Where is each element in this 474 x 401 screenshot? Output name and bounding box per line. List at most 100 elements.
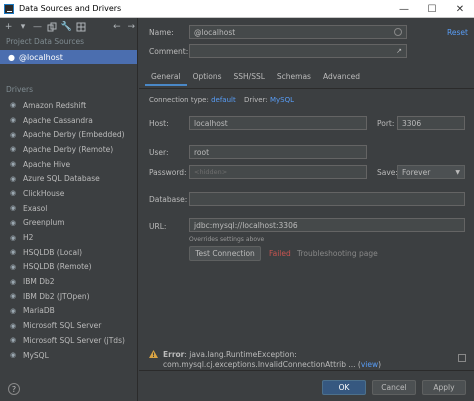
reset-link[interactable]: Reset [447, 28, 468, 37]
driver-item[interactable]: ◉ HSQLDB (Remote) [0, 260, 137, 275]
driver-item[interactable]: ◉ Apache Cassandra [0, 113, 137, 128]
troubleshooting-link[interactable]: Troubleshooting page [297, 249, 378, 258]
sidebar-item-label: @localhost [18, 52, 63, 62]
driver-label: Greenplum [23, 218, 65, 228]
url-value: jdbc:mysql://localhost:3306 [194, 220, 298, 230]
tab-advanced[interactable]: Advanced [317, 68, 366, 86]
driver-item[interactable]: ◉ Microsoft SQL Server [0, 318, 137, 333]
add-icon[interactable]: + [3, 21, 14, 33]
grid-icon[interactable] [75, 21, 86, 33]
database-label: Database: [149, 195, 188, 204]
driver-icon: ◉ [9, 336, 17, 345]
apply-button[interactable]: Apply [422, 380, 466, 395]
close-icon[interactable]: ✕ [446, 0, 474, 18]
driver-label: Microsoft SQL Server (jTds) [23, 335, 125, 345]
save-dropdown[interactable]: Forever ▼ [397, 165, 465, 179]
driver-icon: ◉ [9, 189, 17, 198]
connection-type-link[interactable]: default [211, 96, 236, 104]
window-title: Data Sources and Drivers [19, 4, 122, 13]
driver-label: IBM Db2 [23, 277, 55, 287]
driver-item[interactable]: ◉ H2 [0, 230, 137, 245]
tab-options[interactable]: Options [187, 68, 228, 86]
driver-icon: ◉ [9, 233, 17, 242]
help-button[interactable]: ? [8, 383, 20, 395]
driver-icon: ◉ [9, 130, 17, 139]
driver-item[interactable]: ◉ Microsoft SQL Server (jTds) [0, 333, 137, 348]
test-connection-button[interactable]: Test Connection [189, 246, 261, 261]
host-field[interactable]: localhost [189, 116, 367, 130]
port-label: Port: [377, 119, 395, 128]
tab-general[interactable]: General [145, 68, 187, 86]
password-field[interactable]: <hidden> [189, 165, 367, 179]
app-icon [4, 3, 14, 14]
driver-label: MySQL [23, 350, 49, 360]
driver-item[interactable]: ◉ MySQL [0, 348, 137, 363]
view-link[interactable]: view [361, 360, 378, 369]
tab-ssh-ssl[interactable]: SSH/SSL [228, 68, 271, 86]
title-bar: Data Sources and Drivers — ☐ ✕ [0, 0, 474, 18]
driver-label: Microsoft SQL Server [23, 321, 102, 331]
tab-schemas[interactable]: Schemas [271, 68, 317, 86]
connection-info: Connection type: default Driver: MySQL [149, 96, 294, 104]
driver-item[interactable]: ◉ Exasol [0, 201, 137, 216]
driver-item[interactable]: ◉ IBM Db2 [0, 274, 137, 289]
driver-item[interactable]: ◉ Greenplum [0, 216, 137, 231]
apply-label: Apply [433, 383, 455, 392]
minimize-icon[interactable]: — [390, 0, 418, 18]
driver-item[interactable]: ◉ IBM Db2 (JTOpen) [0, 289, 137, 304]
driver-label: Apache Cassandra [23, 115, 93, 125]
error-line-1: Error: java.lang.RuntimeException: [163, 350, 297, 359]
driver-list: ◉ Amazon Redshift ◉ Apache Cassandra ◉ Apac… [0, 98, 137, 362]
driver-item[interactable]: ◉ Azure SQL Database [0, 171, 137, 186]
driver-icon: ◉ [9, 277, 17, 286]
driver-link[interactable]: MySQL [270, 96, 294, 104]
wrench-icon[interactable]: 🔧 [61, 21, 72, 33]
driver-item[interactable]: ◉ MariaDB [0, 304, 137, 319]
driver-item[interactable]: ◉ Amazon Redshift [0, 98, 137, 113]
name-label: Name: [149, 28, 174, 37]
warning-icon [149, 350, 158, 358]
tab-divider [139, 88, 474, 89]
driver-item[interactable]: ◉ HSQLDB (Local) [0, 245, 137, 260]
status-failed: Failed [269, 249, 291, 258]
comment-field[interactable]: ↗ [189, 44, 407, 58]
test-connection-label: Test Connection [195, 249, 255, 258]
driver-item[interactable]: ◉ Apache Derby (Remote) [0, 142, 137, 157]
driver-item[interactable]: ◉ ClickHouse [0, 186, 137, 201]
project-data-sources-label: Project Data Sources [6, 37, 85, 46]
sidebar-item-localhost[interactable]: ● @localhost [0, 50, 137, 64]
remove-icon[interactable]: — [32, 21, 43, 33]
error-message: : java.lang.RuntimeException: [184, 350, 297, 359]
database-field[interactable] [189, 192, 465, 206]
driver-label: MariaDB [23, 306, 55, 316]
error-prefix: Error [163, 350, 185, 359]
save-value: Forever [402, 167, 431, 177]
cancel-button[interactable]: Cancel [372, 380, 416, 395]
cancel-label: Cancel [381, 383, 407, 392]
forward-arrow-icon[interactable]: → [126, 21, 137, 33]
ok-button[interactable]: OK [322, 380, 366, 395]
driver-icon: ◉ [9, 248, 17, 257]
collapse-icon[interactable] [458, 354, 466, 362]
error-detail: com.mysql.cj.exceptions.InvalidConnectio… [163, 360, 356, 369]
port-field[interactable]: 3306 [397, 116, 465, 130]
maximize-icon[interactable]: ☐ [418, 0, 446, 18]
driver-label: Driver: [243, 96, 268, 104]
url-field[interactable]: jdbc:mysql://localhost:3306 [189, 218, 465, 232]
driver-label: HSQLDB (Remote) [23, 262, 92, 272]
name-field[interactable]: @localhost [189, 25, 407, 39]
driver-icon: ◉ [9, 145, 17, 154]
url-label: URL: [149, 222, 167, 231]
chevron-down-icon[interactable]: ▾ [17, 21, 28, 33]
driver-icon: ◉ [9, 160, 17, 169]
driver-label: HSQLDB (Local) [23, 247, 83, 257]
host-label: Host: [149, 119, 169, 128]
expand-icon[interactable]: ↗ [396, 47, 402, 55]
back-arrow-icon[interactable]: ← [111, 21, 122, 33]
user-field[interactable]: root [189, 145, 367, 159]
drivers-label: Drivers [6, 85, 33, 94]
copy-icon[interactable] [46, 21, 57, 33]
driver-item[interactable]: ◉ Apache Derby (Embedded) [0, 127, 137, 142]
driver-item[interactable]: ◉ Apache Hive [0, 157, 137, 172]
connection-type-label: Connection type: [149, 96, 209, 104]
